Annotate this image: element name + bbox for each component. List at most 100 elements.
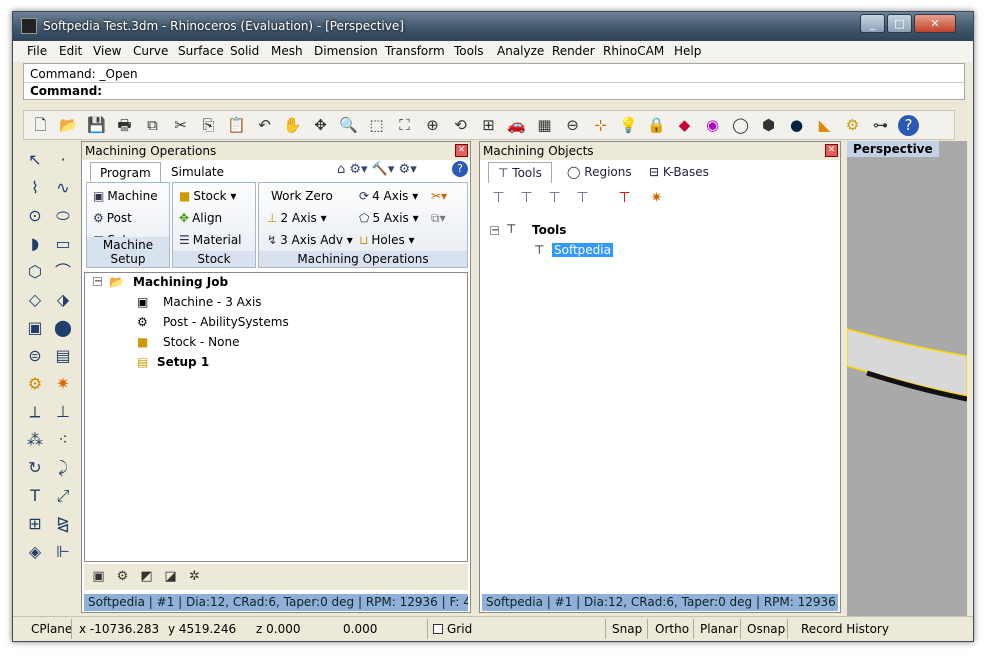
scale-icon[interactable]: ⤢ <box>51 484 75 508</box>
ellipse-icon[interactable]: ⬭ <box>51 204 75 228</box>
ortho-toggle[interactable]: Ortho <box>655 622 689 636</box>
tree-item-softpedia[interactable]: Softpedia <box>552 243 613 257</box>
osnap-toggle[interactable]: Osnap <box>747 622 785 636</box>
menu-mesh[interactable]: Mesh <box>271 44 303 58</box>
new-file-icon[interactable]: 🗋 <box>30 115 51 136</box>
rebuild-icon[interactable]: ✲ <box>184 566 205 587</box>
tab-k-bases[interactable]: ⊟ K-Bases <box>640 162 718 182</box>
cplane-label[interactable]: CPlane <box>31 622 72 636</box>
rhino-app-icon[interactable] <box>21 18 37 34</box>
tab-regions[interactable]: ◯ Regions <box>558 162 641 182</box>
perspective-viewport[interactable]: Perspective <box>847 141 967 619</box>
close-icon[interactable]: ✕ <box>455 144 468 157</box>
command-prompt[interactable]: Command: <box>30 84 102 98</box>
simulate-icon[interactable]: ◩ <box>136 566 157 587</box>
pan-hand-icon[interactable]: ✋ <box>282 115 303 136</box>
layer-icon[interactable]: ◆ <box>674 115 695 136</box>
rectangle-icon[interactable]: ▭ <box>51 232 75 256</box>
5-axis-dropdown[interactable]: ⬠ 5 Axis ▾ <box>359 211 419 225</box>
stock-dropdown[interactable]: ■ Stock ▾ <box>179 189 236 203</box>
close-button[interactable]: ✕ <box>914 14 956 33</box>
menu-dimension[interactable]: Dimension <box>314 44 378 58</box>
tree-item-machine[interactable]: Machine - 3 Axis <box>163 295 262 309</box>
delete-tool-icon[interactable]: ⊤ <box>614 188 635 209</box>
planar-toggle[interactable]: Planar <box>700 622 738 636</box>
menu-edit[interactable]: Edit <box>59 44 82 58</box>
generate-icon[interactable]: ⚙ <box>112 566 133 587</box>
minimize-button[interactable]: _ <box>860 14 885 33</box>
extrude-icon[interactable]: ⬗ <box>51 288 75 312</box>
grid-checkbox[interactable] <box>433 624 443 634</box>
lock-icon[interactable]: 🔒 <box>646 115 667 136</box>
curve-icon[interactable]: ∿ <box>51 176 75 200</box>
box-solid-icon[interactable]: ▣ <box>23 316 47 340</box>
text-tool-icon[interactable]: T <box>23 484 47 508</box>
boolean-icon[interactable]: ⁂ <box>23 428 47 452</box>
car-icon[interactable]: 🚗 <box>506 115 527 136</box>
zoom-selected-icon[interactable]: ⊕ <box>422 115 443 136</box>
mirror-icon[interactable]: ⧎ <box>51 512 75 536</box>
menu-rhinocam[interactable]: RhinoCAM <box>603 44 664 58</box>
group-icon[interactable]: ⁖ <box>51 428 75 452</box>
maximize-button[interactable]: □ <box>887 14 912 33</box>
grid-plane-icon[interactable]: ▦ <box>534 115 555 136</box>
menu-file[interactable]: File <box>27 44 47 58</box>
cylinder-icon[interactable]: ⊜ <box>23 344 47 368</box>
menu-curve[interactable]: Curve <box>133 44 168 58</box>
tree-root-tools[interactable]: Tools <box>532 223 566 237</box>
point-icon[interactable]: · <box>51 148 75 172</box>
tool-edit-icon[interactable]: ⊤ <box>516 188 537 209</box>
paste-icon[interactable]: 📋 <box>226 115 247 136</box>
cut-icon[interactable]: ✂ <box>170 115 191 136</box>
export-icon[interactable]: ⧉ <box>142 115 163 136</box>
align-button[interactable]: ✥ Align <box>179 211 222 225</box>
2-axis-dropdown[interactable]: ⊥ 2 Axis ▾ <box>267 211 327 225</box>
help-icon[interactable]: ? <box>452 161 468 177</box>
menu-help[interactable]: Help <box>674 44 701 58</box>
dimension-icon[interactable]: ⊩ <box>51 540 75 564</box>
new-tool-icon[interactable]: ⊤ <box>488 188 509 209</box>
tree-root-machining-job[interactable]: Machining Job <box>133 275 228 289</box>
copy-op-icon[interactable]: ⧉▾ <box>431 211 446 226</box>
copy-icon[interactable]: ⎘ <box>198 115 219 136</box>
polygon-icon[interactable]: ⬡ <box>23 260 47 284</box>
color-wheel-icon[interactable]: ◉ <box>702 115 723 136</box>
ribbon-options-icon[interactable]: ⌂ ⚙▾ 🔨▾ ⚙▾ <box>337 162 417 177</box>
array-icon[interactable]: ⊞ <box>23 512 47 536</box>
open-folder-icon[interactable]: 📂 <box>58 115 79 136</box>
menu-view[interactable]: View <box>93 44 121 58</box>
undo-view-icon[interactable]: ⟲ <box>450 115 471 136</box>
fillet-icon[interactable]: ⌒ <box>51 260 75 284</box>
machine-button[interactable]: ▣ Machine <box>93 189 158 203</box>
arc-icon[interactable]: ◗ <box>23 232 47 256</box>
snap-points-icon[interactable]: ⊹ <box>590 115 611 136</box>
collapse-toggle[interactable]: − <box>490 226 499 236</box>
work-zero-button[interactable]: Work Zero <box>271 189 333 203</box>
tree-item-setup[interactable]: Setup 1 <box>157 355 209 369</box>
sphere-solid-icon[interactable]: ⬤ <box>51 316 75 340</box>
record-history-toggle[interactable]: Record History <box>801 622 889 636</box>
tools-dropdown-icon[interactable]: ✂▾ <box>431 189 447 203</box>
light-bulb-icon[interactable]: 💡 <box>618 115 639 136</box>
collapse-toggle[interactable]: − <box>93 277 102 287</box>
holes-dropdown[interactable]: ⊔ Holes ▾ <box>359 233 415 247</box>
spotlight-icon[interactable]: ◣ <box>814 115 835 136</box>
shaded-mesh-icon[interactable]: ⬢ <box>758 115 779 136</box>
tool-properties-icon[interactable]: ✷ <box>646 188 667 209</box>
post-button[interactable]: ⚙ Post <box>93 211 132 225</box>
undo-icon[interactable]: ↶ <box>254 115 275 136</box>
analyze-icon[interactable]: ◈ <box>23 540 47 564</box>
zoom-icon[interactable]: 🔍 <box>338 115 359 136</box>
explode-icon[interactable]: ✷ <box>51 372 75 396</box>
surface-icon[interactable]: ◇ <box>23 288 47 312</box>
tab-program[interactable]: Program <box>90 162 161 183</box>
menu-render[interactable]: Render <box>552 44 595 58</box>
zoom-window-icon[interactable]: ⬚ <box>366 115 387 136</box>
viewport-layout-icon[interactable]: ⊞ <box>478 115 499 136</box>
hierarchy-icon[interactable]: ⊶ <box>870 115 891 136</box>
tree-item-stock[interactable]: Stock - None <box>163 335 239 349</box>
help-icon[interactable]: ? <box>898 115 919 136</box>
material-button[interactable]: ☰ Material <box>179 233 242 247</box>
wireframe-sphere-icon[interactable]: ◯ <box>730 115 751 136</box>
gear-tool-icon[interactable]: ⚙ <box>23 372 47 396</box>
